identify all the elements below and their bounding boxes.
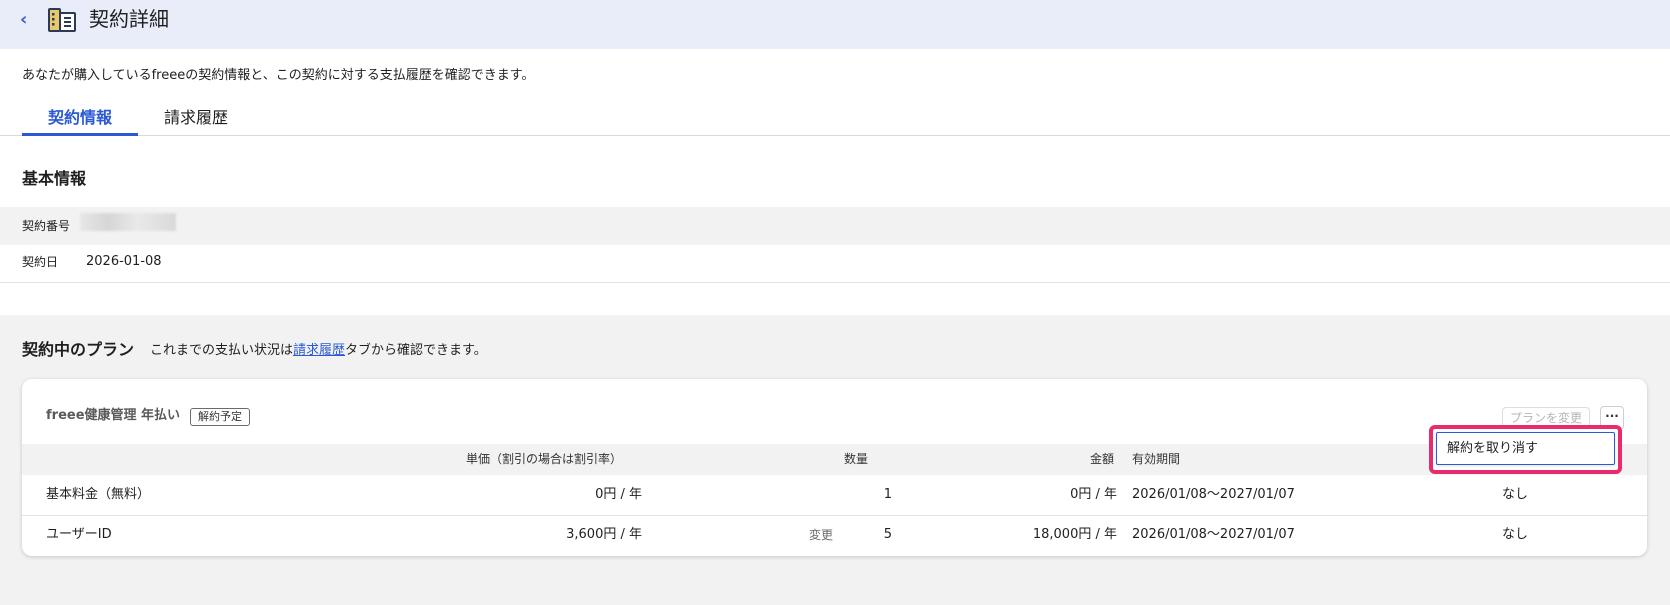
tabs-divider <box>0 135 1670 136</box>
plans-title: 契約中のプラン <box>22 340 135 359</box>
contract-info-panel <box>0 49 1670 315</box>
plans-desc-suffix: タブから確認できます。 <box>345 343 487 358</box>
page-description: あなたが購入しているfreeeの契約情報と、この契約に対する支払履歴を確認できま… <box>22 68 535 83</box>
basic-info-title: 基本情報 <box>22 169 87 188</box>
chevron-left-icon[interactable]: ‹ <box>20 10 34 30</box>
column-amount: 金額 <box>1090 452 1115 466</box>
row-unit-price: 0円 / 年 <box>595 487 642 502</box>
column-unit-price: 単価（割引の場合は割引率） <box>466 452 623 466</box>
contract-number-label: 契約番号 <box>22 219 71 233</box>
plans-desc-prefix: これまでの支払い状況は <box>150 343 294 358</box>
tab-contract-info[interactable]: 契約情報 <box>22 104 138 132</box>
cancel-termination-menu-item[interactable]: 解約を取り消す <box>1436 432 1615 465</box>
row-period: 2026/01/08～2027/01/07 <box>1132 527 1295 542</box>
tab-billing-history[interactable]: 請求履歴 <box>150 104 242 132</box>
page-title: 契約詳細 <box>89 7 169 31</box>
column-quantity: 数量 <box>844 452 869 466</box>
row-amount: 18,000円 / 年 <box>1032 527 1117 542</box>
plan-table-header: 単価（割引の場合は割引率） 数量 金額 有効期間 <box>22 444 1647 475</box>
billing-history-link[interactable]: 請求履歴 <box>293 343 345 358</box>
row-quantity: 5 <box>883 527 892 542</box>
row-item: 基本料金（無料） <box>46 487 151 502</box>
row-period: 2026/01/08～2027/01/07 <box>1132 487 1295 502</box>
building-document-icon <box>48 6 78 34</box>
row-other: なし <box>1502 527 1529 542</box>
basic-info-divider <box>0 282 1670 283</box>
active-tab-indicator <box>22 133 138 136</box>
plan-card: freee健康管理 年払い 解約予定 プランを変更 ··· 単価（割引の場合は割… <box>22 379 1647 556</box>
contract-number-row <box>0 207 1670 245</box>
quantity-change-link[interactable]: 変更 <box>809 526 833 544</box>
plans-description: これまでの支払い状況は請求履歴タブから確認できます。 <box>150 341 487 361</box>
row-quantity: 1 <box>883 487 892 502</box>
page-header: ‹ 契約詳細 <box>0 0 1670 49</box>
status-badge: 解約予定 <box>190 408 250 426</box>
contract-date-value: 2026-01-08 <box>86 254 162 269</box>
row-unit-price: 3,600円 / 年 <box>566 527 642 542</box>
contract-date-label: 契約日 <box>22 255 59 269</box>
contract-number-redacted <box>80 213 176 231</box>
column-period: 有効期間 <box>1132 452 1181 466</box>
row-item: ユーザーID <box>46 527 112 542</box>
row-amount: 0円 / 年 <box>1070 487 1117 502</box>
row-other: なし <box>1502 487 1529 502</box>
plan-name: freee健康管理 年払い <box>46 408 181 423</box>
row-divider <box>22 515 1647 516</box>
